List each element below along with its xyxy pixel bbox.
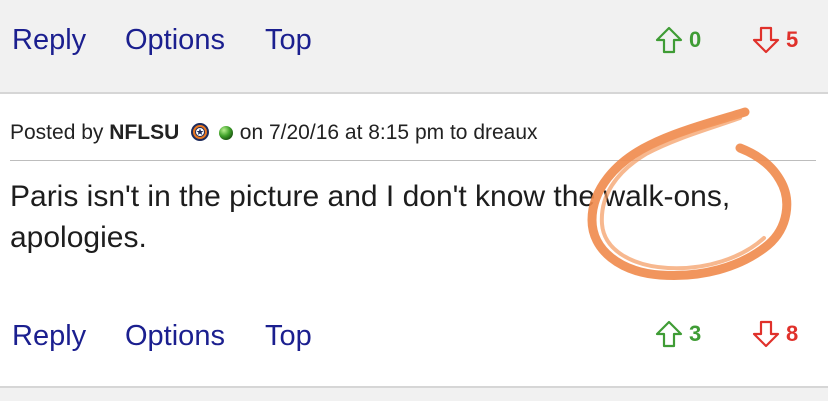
options-button[interactable]: Options xyxy=(125,320,225,353)
downvote-button[interactable]: 8 xyxy=(752,320,798,348)
highlight-scribble xyxy=(587,107,792,280)
downvote-count: 8 xyxy=(786,321,799,346)
upvote-button[interactable]: 3 xyxy=(655,320,701,348)
post-datetime: 7/20/16 at 8:15 pm xyxy=(268,121,445,144)
posted-by-label: Posted by xyxy=(10,121,104,144)
reply-to-link[interactable]: dreaux xyxy=(473,121,537,144)
to-label: to xyxy=(449,121,468,144)
arrow-down-outline-icon xyxy=(752,320,780,348)
online-status-icon xyxy=(218,123,234,147)
downvote-count: 5 xyxy=(786,27,799,52)
post-action-bar-top: Reply Options Top 0 5 xyxy=(0,0,828,92)
upvote-count: 0 xyxy=(689,27,702,52)
reply-button[interactable]: Reply xyxy=(12,24,86,57)
options-button[interactable]: Options xyxy=(125,24,225,57)
on-label: on xyxy=(239,121,264,144)
post-meta: Posted by NFLSU on 7/20/16 at 8:15 pm to… xyxy=(10,121,538,147)
arrow-up-outline-icon xyxy=(655,320,683,348)
arrow-up-outline-icon xyxy=(655,26,683,54)
astros-badge-icon xyxy=(191,123,210,147)
divider xyxy=(0,386,828,388)
username-link[interactable]: NFLSU xyxy=(109,121,179,144)
upvote-button[interactable]: 0 xyxy=(655,26,701,54)
downvote-button[interactable]: 5 xyxy=(752,26,798,54)
arrow-down-outline-icon xyxy=(752,26,780,54)
upvote-count: 3 xyxy=(689,321,702,346)
top-button[interactable]: Top xyxy=(265,320,312,353)
reply-button[interactable]: Reply xyxy=(12,320,86,353)
top-button[interactable]: Top xyxy=(265,24,312,57)
